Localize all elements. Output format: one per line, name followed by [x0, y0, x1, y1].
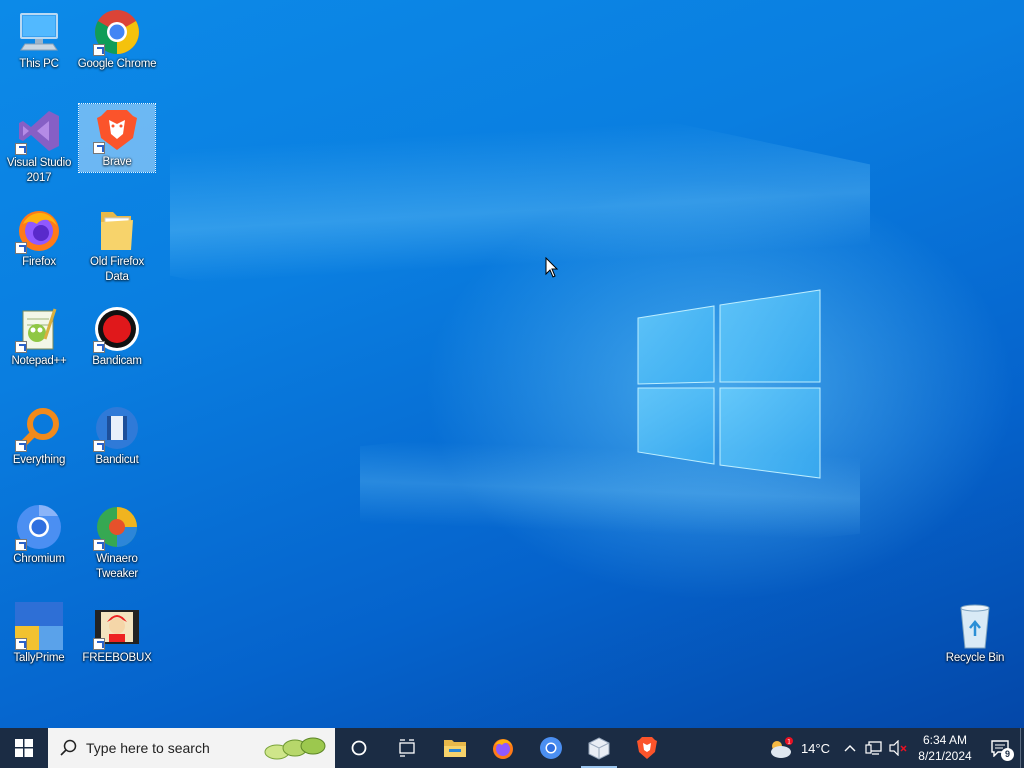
desktop-icon-label: Bandicam [92, 355, 142, 367]
desktop-icon-label: TallyPrime [13, 652, 65, 664]
shortcut-arrow-icon [93, 44, 105, 56]
shortcut-arrow-icon [15, 440, 27, 452]
mouse-cursor-icon [545, 257, 559, 278]
desktop-icon-label: Brave [102, 156, 132, 168]
bandicam-icon [93, 305, 141, 353]
volume-button[interactable] [886, 728, 910, 768]
system-tray: 1 14°C 6:34 AM 8/21/2024 9 [767, 728, 1024, 768]
package-icon [588, 737, 610, 760]
show-hidden-icons-button[interactable] [838, 728, 862, 768]
weather-alert-badge: 1 [787, 739, 791, 746]
shortcut-arrow-icon [93, 638, 105, 650]
desktop-icon-old-firefox-data[interactable]: Old Firefox Data [79, 204, 155, 294]
search-placeholder: Type here to search [86, 740, 210, 756]
weather-cloud-icon: 1 [770, 737, 793, 758]
everything-icon [15, 404, 63, 452]
desktop-icon-label: Notepad++ [11, 355, 67, 367]
shortcut-arrow-icon [15, 638, 27, 650]
desktop-icon-brave[interactable]: Brave [78, 103, 156, 173]
desktop-icon-label: Chromium [13, 553, 65, 565]
folder-icon [93, 206, 141, 254]
this-pc-icon [15, 8, 63, 56]
volume-muted-icon [889, 740, 907, 756]
notepadpp-icon [15, 305, 63, 353]
firefox-icon [493, 739, 513, 759]
brave-icon [637, 737, 657, 759]
search-icon [60, 739, 77, 756]
desktop-icon-recycle-bin[interactable]: Recycle Bin [937, 600, 1013, 690]
desktop-icon-label: Google Chrome [77, 58, 157, 70]
taskbar-package-app[interactable] [575, 728, 623, 768]
desktop-icon-label: Firefox [22, 256, 56, 268]
weather-temperature: 14°C [800, 740, 830, 756]
shortcut-arrow-icon [15, 143, 27, 155]
chevron-up-icon [844, 745, 856, 752]
desktop-icon-label: Recycle Bin [945, 652, 1005, 664]
clock-time: 6:34 AM [922, 733, 968, 747]
search-highlight-image [264, 737, 326, 760]
network-button[interactable] [862, 728, 886, 768]
recycle-bin-icon [951, 602, 999, 650]
desktop-icon-label: Visual Studio 2017 [6, 157, 72, 184]
shortcut-arrow-icon [15, 242, 27, 254]
desktop-icon-this-pc[interactable]: This PC [1, 6, 77, 96]
file-explorer-icon [444, 740, 466, 757]
desktop-icon-label: Everything [12, 454, 66, 466]
cortana-icon [351, 740, 367, 756]
desktop-icon-visual-studio[interactable]: Visual Studio 2017 [1, 105, 77, 195]
network-icon [865, 741, 882, 755]
windows-start-icon [15, 739, 33, 757]
desktop-icon-bandicam[interactable]: Bandicam [79, 303, 155, 393]
taskbar-chromium[interactable] [527, 728, 575, 768]
chromium-icon [15, 503, 63, 551]
desktop-icon-label: Bandicut [95, 454, 139, 466]
shortcut-arrow-icon [15, 539, 27, 551]
taskbar-search-box[interactable]: Type here to search [48, 728, 335, 768]
clock-date: 8/21/2024 [918, 749, 972, 763]
desktop-icon-everything[interactable]: Everything [1, 402, 77, 492]
bandicut-icon [93, 404, 141, 452]
taskbar: Type here to search 1 14°C 6:34 AM 8/21/… [0, 728, 1024, 768]
chrome-icon [93, 8, 141, 56]
desktop-icon-winaero-tweaker[interactable]: Winaero Tweaker [79, 501, 155, 591]
chromium-icon [540, 737, 562, 759]
brave-icon [93, 106, 141, 154]
desktop[interactable]: This PC Visual Studio 2017 Firefox Notep… [0, 0, 1024, 728]
tallyprime-icon [15, 602, 63, 650]
weather-widget[interactable]: 1 14°C [767, 736, 830, 760]
desktop-icon-firefox[interactable]: Firefox [1, 204, 77, 294]
taskbar-clock[interactable]: 6:34 AM 8/21/2024 [910, 732, 980, 764]
windows-wallpaper-logo [637, 289, 821, 479]
desktop-icon-google-chrome[interactable]: Google Chrome [77, 6, 157, 96]
task-view-button[interactable] [383, 728, 431, 768]
action-center-button[interactable]: 9 [980, 728, 1020, 768]
visual-studio-icon [15, 107, 63, 155]
taskbar-brave[interactable] [623, 728, 671, 768]
cortana-button[interactable] [335, 728, 383, 768]
taskbar-firefox[interactable] [479, 728, 527, 768]
desktop-icon-tallyprime[interactable]: TallyPrime [1, 600, 77, 690]
show-desktop-button[interactable] [1020, 728, 1024, 768]
shortcut-arrow-icon [93, 142, 105, 154]
desktop-icon-freebobux[interactable]: FREEBOBUX [79, 600, 155, 690]
task-view-icon [399, 739, 415, 757]
desktop-icon-label: Winaero Tweaker [95, 553, 139, 580]
notification-count-badge: 9 [1001, 748, 1014, 761]
desktop-icon-label: Old Firefox Data [89, 256, 145, 283]
desktop-icon-label: FREEBOBUX [82, 652, 152, 664]
desktop-icon-label: This PC [19, 58, 59, 70]
shortcut-arrow-icon [93, 341, 105, 353]
winaero-icon [93, 503, 141, 551]
start-button[interactable] [0, 728, 48, 768]
shortcut-arrow-icon [93, 539, 105, 551]
desktop-icon-notepadpp[interactable]: Notepad++ [1, 303, 77, 393]
taskbar-file-explorer[interactable] [431, 728, 479, 768]
freebobux-icon [93, 602, 141, 650]
desktop-icon-bandicut[interactable]: Bandicut [79, 402, 155, 492]
desktop-icon-chromium[interactable]: Chromium [1, 501, 77, 591]
shortcut-arrow-icon [15, 341, 27, 353]
shortcut-arrow-icon [93, 440, 105, 452]
firefox-icon [15, 206, 63, 254]
